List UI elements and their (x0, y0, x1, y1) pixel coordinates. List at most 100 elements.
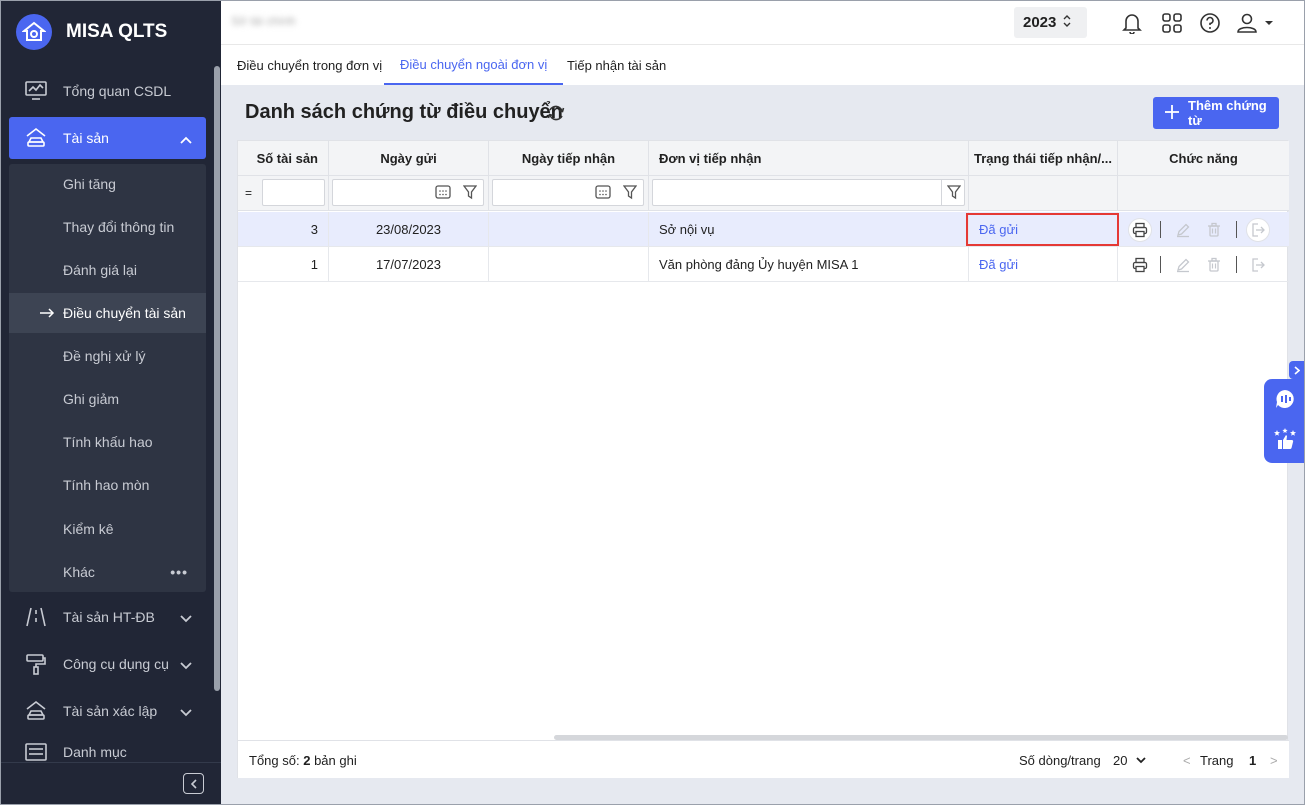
delete-trash-icon[interactable] (1202, 253, 1226, 277)
notification-bell-icon[interactable] (1120, 11, 1144, 35)
cell-ngay-tiep-nhan (489, 247, 649, 281)
cell-chuc-nang (1118, 212, 1289, 246)
filter-cell-don-vi-tiep-nhan (649, 176, 969, 211)
print-icon[interactable] (1128, 218, 1152, 242)
delete-trash-icon[interactable] (1202, 218, 1226, 242)
rating-thumbs-up-icon[interactable] (1273, 427, 1297, 451)
input-divider (941, 180, 942, 205)
filter-input-so-tai-san[interactable] (262, 179, 325, 206)
misa-logo-icon (16, 14, 52, 50)
chat-support-icon[interactable] (1273, 387, 1297, 411)
export-icon[interactable] (1246, 218, 1270, 242)
sidebar-item-cong-cu-dung-cu[interactable]: Công cụ dụng cụ (9, 643, 206, 685)
chevron-left-icon (190, 778, 197, 789)
submenu-item-label: Khác (63, 564, 95, 580)
edit-pencil-icon[interactable] (1171, 253, 1195, 277)
action-separator (1236, 256, 1237, 273)
sidebar-item-tong-quan[interactable]: Tổng quan CSDL (9, 70, 206, 112)
refresh-icon[interactable] (546, 104, 566, 125)
chevron-up-icon (180, 131, 192, 147)
sidebar-item-tai-san-xac-lap[interactable]: Tài sản xác lập (9, 690, 206, 732)
submenu-item-tinh-hao-mon[interactable]: Tính hao mòn (9, 465, 206, 505)
year-selector[interactable]: 2023 (1014, 7, 1087, 38)
export-icon[interactable] (1246, 253, 1270, 277)
car-icon (24, 699, 48, 723)
table-row[interactable]: 3 23/08/2023 Sở nội vụ Đã gửi (238, 212, 1289, 247)
submenu-item-label: Đánh giá lại (63, 262, 137, 278)
apps-grid-icon[interactable] (1160, 11, 1184, 35)
tab-dieu-chuyen-trong-don-vi[interactable]: Điều chuyển trong đơn vị (221, 45, 398, 85)
submenu-item-thay-doi-thong-tin[interactable]: Thay đổi thông tin (9, 207, 206, 247)
submenu-item-khac[interactable]: Khác ••• (9, 552, 206, 592)
road-icon (24, 605, 48, 629)
calendar-icon[interactable] (595, 184, 611, 203)
column-header-so-tai-san[interactable]: Số tài sản (238, 141, 329, 176)
chevron-down-icon (180, 704, 192, 720)
filter-input-ngay-gui[interactable] (332, 179, 484, 206)
sidebar-item-tai-san-ht-db[interactable]: Tài sản HT-ĐB (9, 596, 206, 638)
column-header-trang-thai[interactable]: Trạng thái tiếp nhận/... (969, 141, 1118, 176)
filter-cell-chuc-nang (1118, 176, 1289, 211)
sidebar-item-tai-san[interactable]: Tài sản (9, 117, 206, 159)
total-label: Tổng số: (249, 753, 300, 768)
current-page[interactable]: 1 (1249, 753, 1256, 768)
filter-funnel-icon[interactable] (622, 184, 638, 203)
sidebar-item-label: Tổng quan CSDL (63, 83, 172, 99)
submenu-item-label: Tính hao mòn (63, 477, 150, 493)
submenu-item-kiem-ke[interactable]: Kiểm kê (9, 509, 206, 549)
cell-ngay-gui: 17/07/2023 (329, 247, 489, 281)
filter-cell-ngay-gui (329, 176, 489, 211)
year-value: 2023 (1023, 14, 1057, 31)
sidebar-item-label: Danh mục (63, 744, 127, 760)
table-header: Số tài sản Ngày gửi Ngày tiếp nhận Đơn v… (238, 141, 1289, 176)
chevron-right-icon (1294, 365, 1300, 375)
submenu-item-ghi-tang[interactable]: Ghi tăng (9, 164, 206, 204)
calendar-icon[interactable] (435, 184, 451, 203)
filter-funnel-icon[interactable] (462, 184, 478, 203)
add-document-button[interactable]: Thêm chứng từ (1153, 97, 1279, 129)
filter-input-ngay-tiep-nhan[interactable] (492, 179, 644, 206)
cell-chuc-nang (1118, 247, 1289, 281)
help-icon[interactable] (1198, 11, 1222, 35)
status-highlight-box (966, 213, 1119, 246)
cell-ngay-tiep-nhan (489, 212, 649, 246)
print-icon[interactable] (1128, 253, 1152, 277)
page-size-label: Số dòng/trang (1019, 753, 1101, 768)
filter-input-don-vi-tiep-nhan[interactable] (652, 179, 965, 206)
sidebar: MISA QLTS Tổng quan CSDL Tài sản Ghi tăn… (0, 0, 221, 805)
status-link[interactable]: Đã gửi (979, 257, 1018, 272)
column-header-ngay-gui[interactable]: Ngày gửi (329, 141, 489, 176)
page-size-select[interactable]: 20 (1113, 753, 1147, 768)
chevron-down-icon (180, 610, 192, 626)
sidebar-scrollbar[interactable] (214, 66, 220, 691)
sidebar-item-label: Tài sản HT-ĐB (63, 609, 155, 625)
app-name: MISA QLTS (66, 21, 168, 42)
user-menu[interactable] (1236, 11, 1278, 35)
submenu-item-de-nghi-xu-ly[interactable]: Đề nghị xử lý (9, 336, 206, 376)
cell-trang-thai: Đã gửi (969, 247, 1118, 281)
action-separator (1160, 221, 1161, 238)
submenu-item-danh-gia-lai[interactable]: Đánh giá lại (9, 250, 206, 290)
float-panel-toggle[interactable] (1289, 361, 1305, 379)
app-logo[interactable]: MISA QLTS (16, 14, 167, 50)
column-header-don-vi-tiep-nhan[interactable]: Đơn vị tiếp nhận (649, 141, 969, 176)
tab-tiep-nhan-tai-san[interactable]: Tiếp nhận tài sản (551, 45, 682, 85)
submenu-item-ghi-giam[interactable]: Ghi giảm (9, 379, 206, 419)
tab-label: Điều chuyển ngoài đơn vị (400, 56, 548, 72)
page-title: Danh sách chứng từ điều chuyển (245, 101, 563, 123)
more-icon[interactable]: ••• (170, 564, 188, 580)
unit-name: Sở tài chính (231, 14, 296, 28)
table-row[interactable]: 1 17/07/2023 Văn phòng đảng Ủy huyện MIS… (238, 247, 1289, 282)
submenu-item-tinh-khau-hao[interactable]: Tính khấu hao (9, 422, 206, 462)
collapse-sidebar-button[interactable] (183, 773, 204, 794)
filter-operator[interactable]: = (245, 186, 252, 200)
column-header-ngay-tiep-nhan[interactable]: Ngày tiếp nhận (489, 141, 649, 176)
filter-funnel-icon[interactable] (946, 184, 962, 203)
prev-page-icon[interactable]: < (1183, 753, 1191, 768)
edit-pencil-icon[interactable] (1171, 218, 1195, 242)
tab-dieu-chuyen-ngoai-don-vi[interactable]: Điều chuyển ngoài đơn vị (384, 45, 564, 85)
cell-don-vi-tiep-nhan: Văn phòng đảng Ủy huyện MISA 1 (649, 247, 969, 281)
submenu-item-dieu-chuyen-tai-san[interactable]: Điều chuyển tài sản (9, 293, 206, 333)
next-page-icon[interactable]: > (1270, 753, 1278, 768)
total-records: Tổng số: 2 bản ghi (249, 753, 357, 768)
